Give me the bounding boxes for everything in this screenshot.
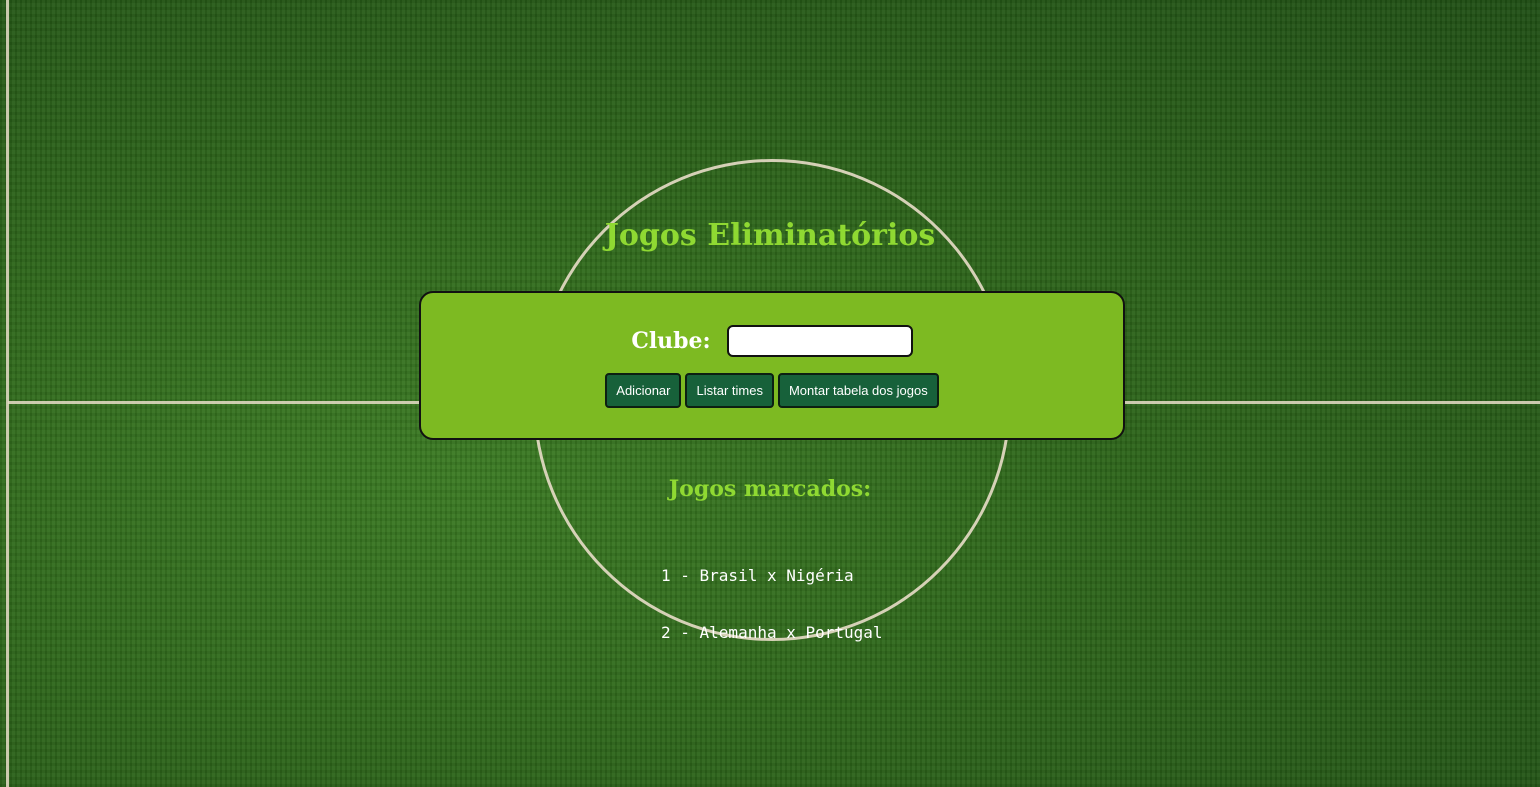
list-item: 2 - Alemanha x Portugal: [661, 623, 883, 642]
add-button[interactable]: Adicionar: [605, 373, 682, 408]
field-sideline: [6, 0, 9, 787]
games-list: 1 - Brasil x Nigéria 2 - Alemanha x Port…: [661, 528, 883, 661]
club-form-row: Clube:: [421, 325, 1123, 357]
club-form-panel: Clube: Adicionar Listar times Montar tab…: [419, 291, 1125, 440]
page-title: Jogos Eliminatórios: [604, 218, 936, 253]
list-item: 1 - Brasil x Nigéria: [661, 566, 854, 585]
club-label: Clube:: [631, 328, 711, 354]
button-row: Adicionar Listar times Montar tabela dos…: [421, 373, 1123, 408]
games-title: Jogos marcados:: [668, 476, 872, 502]
club-input[interactable]: [726, 325, 913, 357]
build-schedule-button[interactable]: Montar tabela dos jogos: [777, 373, 939, 408]
list-teams-button[interactable]: Listar times: [685, 373, 774, 408]
